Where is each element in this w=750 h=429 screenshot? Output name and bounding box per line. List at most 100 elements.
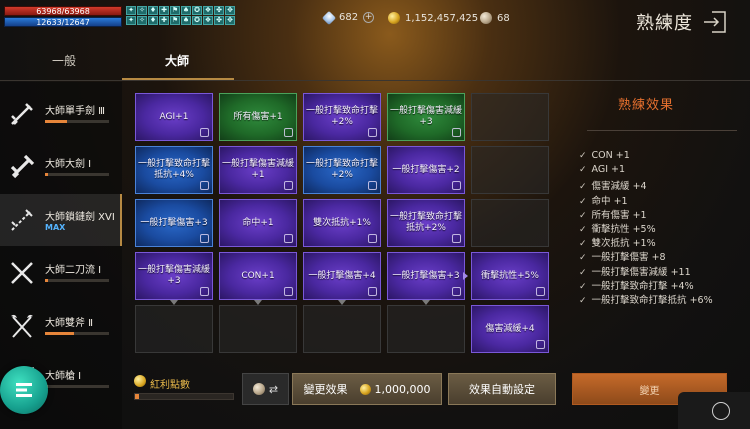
mastery-cell-empty [471, 93, 549, 141]
mastery-cell[interactable]: 一般打擊傷害減緩+3 [135, 252, 213, 300]
mp-bar: 12633/12647 [4, 17, 122, 27]
lock-icon [284, 128, 293, 137]
lock-icon [284, 234, 293, 243]
mastery-cell[interactable]: CON+1 [219, 252, 297, 300]
lock-icon [536, 340, 545, 349]
settings-icon[interactable] [712, 402, 730, 420]
mastery-cell[interactable]: AGI+1 [135, 93, 213, 141]
mastery-cell[interactable]: 一般打擊傷害減緩+1 [219, 146, 297, 194]
skill-item-dual-blades[interactable]: 大師二刀流 Ⅰ [0, 247, 122, 299]
sword-icon [11, 103, 33, 125]
add-diamond-button[interactable]: + [363, 12, 375, 23]
mastery-cell[interactable]: 一般打擊致命打擊+2% [303, 146, 381, 194]
check-icon: ✓ [579, 267, 587, 278]
skill-item-dual-axes[interactable]: 大師雙斧 Ⅱ [0, 300, 122, 352]
mastery-cell[interactable]: 一般打擊致命打擊抵抗+4% [135, 146, 213, 194]
mastery-cell[interactable]: 一般打擊致命打擊+2% [303, 93, 381, 141]
effect-text: 衝擊抗性 +5% [591, 224, 656, 235]
skill-item-greatsword[interactable]: 大師大劍 Ⅰ [0, 141, 122, 193]
lock-icon [452, 234, 461, 243]
buff-icon: ♦ [148, 16, 158, 25]
buff-icon: ⚑ [170, 6, 180, 15]
check-icon: ✓ [579, 196, 587, 207]
change-effect-button[interactable]: 變更效果 1,000,000 [292, 373, 442, 405]
page-title: 熟練度 [636, 13, 693, 34]
effect-item: ✓ 一般打擊傷害 +8 [579, 249, 666, 263]
skill-progress-bar [45, 332, 109, 335]
check-icon: ✓ [579, 239, 587, 250]
menu-icon [16, 383, 32, 397]
dual-axes-icon [11, 314, 33, 338]
mastery-cell-empty [471, 146, 549, 194]
check-icon: ✓ [579, 225, 587, 235]
diamond-amount: 682 [339, 12, 359, 23]
effect-text: 一般打擊致命打擊 +4% [591, 280, 694, 292]
skill-progress-fill [45, 279, 49, 282]
chain-sword-icon [11, 209, 33, 231]
mastery-cell[interactable]: 衝擊抗性+5% [471, 252, 549, 300]
change-effect-label: 變更效果 [303, 383, 348, 396]
skill-item-chain-sword[interactable]: 大師鎖鏈劍 XVI MAX [0, 194, 122, 246]
auto-set-effect-button[interactable]: 效果自動設定 [448, 373, 556, 405]
swap-currency-button[interactable]: ⇄ [242, 373, 289, 405]
mastery-cell[interactable]: 所有傷害+1 [219, 93, 297, 141]
mastery-cell[interactable]: 一般打擊傷害+3 [135, 199, 213, 247]
mastery-cell[interactable]: 一般打擊傷害減緩+3 [387, 93, 465, 141]
diamond-currency: 682 + [321, 10, 375, 25]
lock-icon [200, 287, 209, 296]
buff-icon: ✪ [192, 16, 202, 25]
buff-icon: ✧ [137, 16, 147, 25]
connector-arrow-icon [463, 272, 468, 280]
effect-item: ✓ 所有傷害 +1 [579, 207, 647, 221]
buff-icon: ✤ [214, 16, 224, 25]
buff-icon: ♠ [181, 16, 191, 25]
lock-icon [284, 287, 293, 296]
skill-progress-bar [45, 279, 109, 282]
effect-text: 雙次抵抗 +1% [591, 238, 656, 250]
mastery-cell[interactable]: 傷害減緩+4 [471, 305, 549, 353]
lock-icon [368, 234, 377, 243]
apply-label: 變更 [639, 385, 660, 397]
effect-item: ✓ AGI +1 [579, 164, 625, 175]
mastery-cell[interactable]: 命中+1 [219, 199, 297, 247]
mastery-cell[interactable]: 一般打擊傷害+2 [387, 146, 465, 194]
skill-item-single-sword[interactable]: 大師單手劍 Ⅲ [0, 88, 122, 140]
buff-icon: ✚ [159, 6, 169, 15]
mastery-cell[interactable]: 一般打擊致命打擊抵抗+2% [387, 199, 465, 247]
exit-icon[interactable] [703, 11, 727, 33]
skill-progress-bar [45, 385, 109, 388]
mastery-cell[interactable]: 雙次抵抗+1% [303, 199, 381, 247]
buff-icon: ♠ [181, 6, 191, 15]
silver-coin-icon [480, 12, 492, 24]
gold-currency: 1,152,457,425 [388, 12, 478, 24]
mastery-cell[interactable]: 一般打擊傷害+4 [303, 252, 381, 300]
tab-master[interactable]: 大師 [165, 52, 189, 69]
status-bars: 63968/63968 12633/12647 [4, 6, 122, 27]
lock-icon [452, 287, 461, 296]
effect-text: AGI +1 [591, 164, 626, 176]
tab-general[interactable]: 一般 [52, 52, 76, 69]
lock-icon [452, 128, 461, 137]
effect-text: CON +1 [591, 150, 630, 161]
effect-item: ✓ 一般打擊致命打擊抵抗 +6% [579, 292, 713, 306]
silver-currency: 68 [480, 12, 510, 24]
effects-divider [587, 130, 737, 131]
skill-progress-bar [45, 120, 109, 123]
effect-item: ✓ 一般打擊傷害減緩 +11 [579, 264, 691, 278]
skill-progress-fill [45, 120, 68, 123]
menu-fab-button[interactable] [0, 366, 48, 414]
skill-name: 大師大劍 Ⅰ [45, 159, 92, 170]
gold-amount: 1,152,457,425 [405, 12, 479, 24]
effect-text: 命中 +1 [591, 195, 628, 207]
check-icon: ✓ [579, 296, 587, 306]
effect-item: ✓ CON +1 [579, 150, 630, 161]
effect-item: ✓ 一般打擊致命打擊 +4% [579, 278, 694, 292]
check-icon: ✓ [579, 182, 587, 193]
chevron-down-icon [422, 300, 430, 305]
lock-icon [200, 181, 209, 190]
lock-icon [368, 181, 377, 190]
chevron-down-icon [338, 300, 346, 305]
mastery-cell[interactable]: 一般打擊傷害+3 [387, 252, 465, 300]
bonus-point-fill [135, 394, 139, 399]
effect-text: 一般打擊傷害 +8 [591, 252, 666, 264]
